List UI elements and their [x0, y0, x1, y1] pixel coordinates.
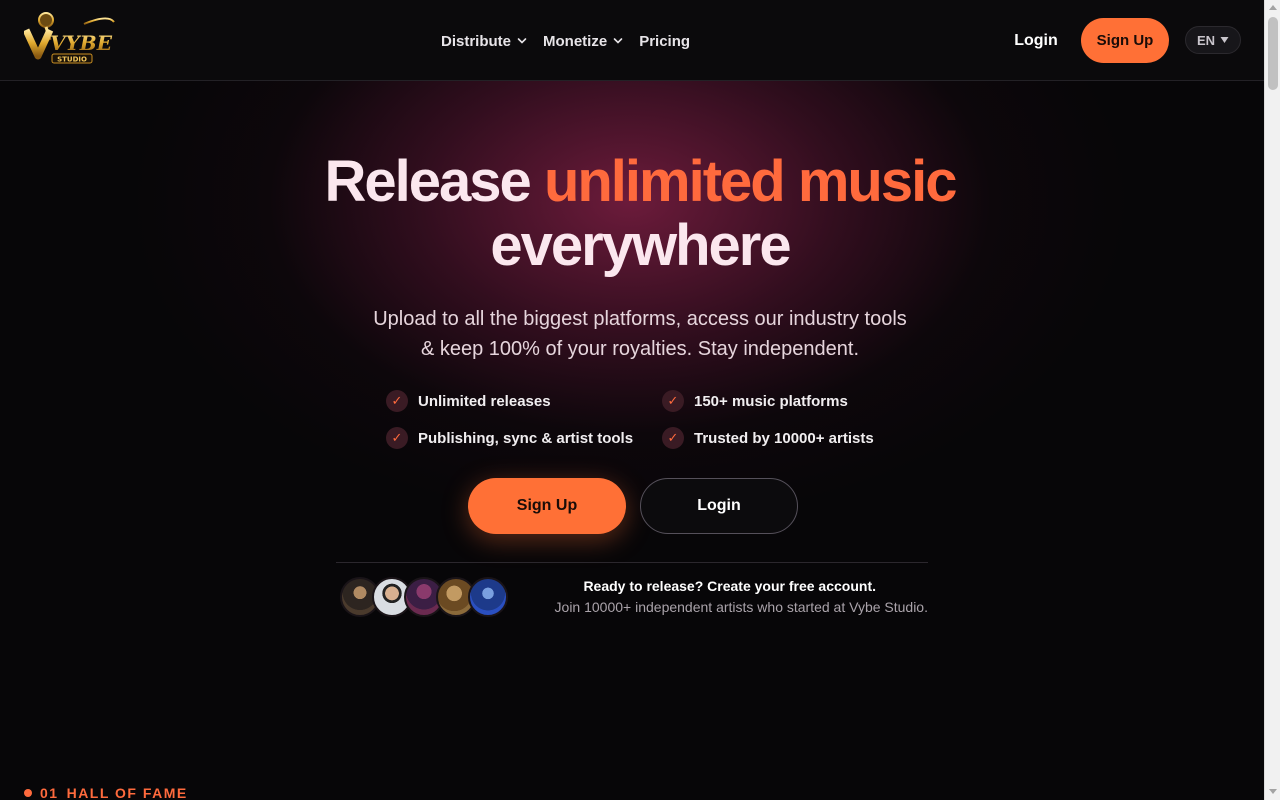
hero-signup-button[interactable]: Sign Up	[468, 478, 626, 534]
headline-accent: unlimited music	[543, 149, 958, 214]
scroll-up-icon[interactable]	[1269, 5, 1277, 10]
bullet-dot-icon	[24, 789, 32, 797]
page-scrollbar[interactable]	[1264, 0, 1280, 800]
language-selector[interactable]: EN	[1185, 26, 1241, 54]
section-title: HALL OF FAME	[66, 785, 188, 800]
hero-subtitle: Upload to all the biggest platforms, acc…	[300, 304, 980, 364]
nav-distribute[interactable]: Distribute	[441, 33, 527, 50]
artist-avatars	[340, 577, 510, 617]
section-label-hall-of-fame: 01 HALL OF FAME	[24, 785, 188, 800]
feature-item: ✓ Unlimited releases	[386, 390, 551, 412]
headline-part1: Release	[324, 149, 532, 214]
cta-subtitle: Join 10000+ independent artists who star…	[554, 599, 928, 615]
check-icon: ✓	[386, 427, 408, 449]
feature-label: Publishing, sync & artist tools	[418, 429, 634, 447]
cta-title: Ready to release? Create your free accou…	[583, 578, 876, 594]
hero-divider	[336, 562, 928, 563]
feature-item: ✓ 150+ music platforms	[662, 390, 848, 412]
feature-list: ✓ Unlimited releases ✓ 150+ music platfo…	[386, 390, 926, 454]
feature-label: Unlimited releases	[418, 392, 551, 410]
scrollbar-thumb[interactable]	[1268, 17, 1278, 90]
chevron-down-icon	[517, 38, 527, 44]
header-login-button[interactable]: Login	[1002, 28, 1070, 54]
check-icon: ✓	[662, 427, 684, 449]
headline-part2: everywhere	[490, 213, 791, 278]
feature-label: 150+ music platforms	[694, 392, 848, 410]
nav-distribute-label: Distribute	[441, 32, 512, 50]
hero-headline: Release unlimited music everywhere	[240, 150, 1040, 278]
language-code: EN	[1196, 32, 1216, 48]
check-icon: ✓	[662, 390, 684, 412]
feature-item: ✓ Publishing, sync & artist tools	[386, 427, 633, 449]
section-number: 01	[40, 785, 59, 800]
scroll-down-icon[interactable]	[1269, 789, 1277, 794]
main-nav: Distribute Monetize Pricing	[441, 30, 690, 52]
svg-text:STUDIO: STUDIO	[57, 56, 87, 64]
nav-monetize-label: Monetize	[543, 32, 608, 50]
subtitle-line1: Upload to all the biggest platforms, acc…	[373, 308, 907, 330]
site-header: VYBE STUDIO Distribute Monetize Pricing …	[0, 0, 1264, 81]
hero-login-button[interactable]: Login	[640, 478, 798, 534]
caret-down-icon	[1220, 37, 1229, 43]
vybe-studio-logo[interactable]: VYBE STUDIO	[22, 10, 116, 68]
svg-text:VYBE: VYBE	[50, 31, 113, 55]
feature-item: ✓ Trusted by 10000+ artists	[662, 427, 874, 449]
nav-pricing-label: Pricing	[639, 32, 691, 50]
subtitle-line2: & keep 100% of your royalties. Stay inde…	[420, 338, 860, 360]
header-signup-button[interactable]: Sign Up	[1081, 18, 1169, 63]
nav-monetize[interactable]: Monetize	[543, 33, 623, 50]
chevron-down-icon	[613, 38, 623, 44]
check-icon: ✓	[386, 390, 408, 412]
landing-page: VYBE STUDIO Distribute Monetize Pricing …	[0, 0, 1280, 800]
feature-label: Trusted by 10000+ artists	[694, 429, 874, 447]
avatar	[468, 577, 508, 617]
nav-pricing[interactable]: Pricing	[639, 33, 690, 50]
